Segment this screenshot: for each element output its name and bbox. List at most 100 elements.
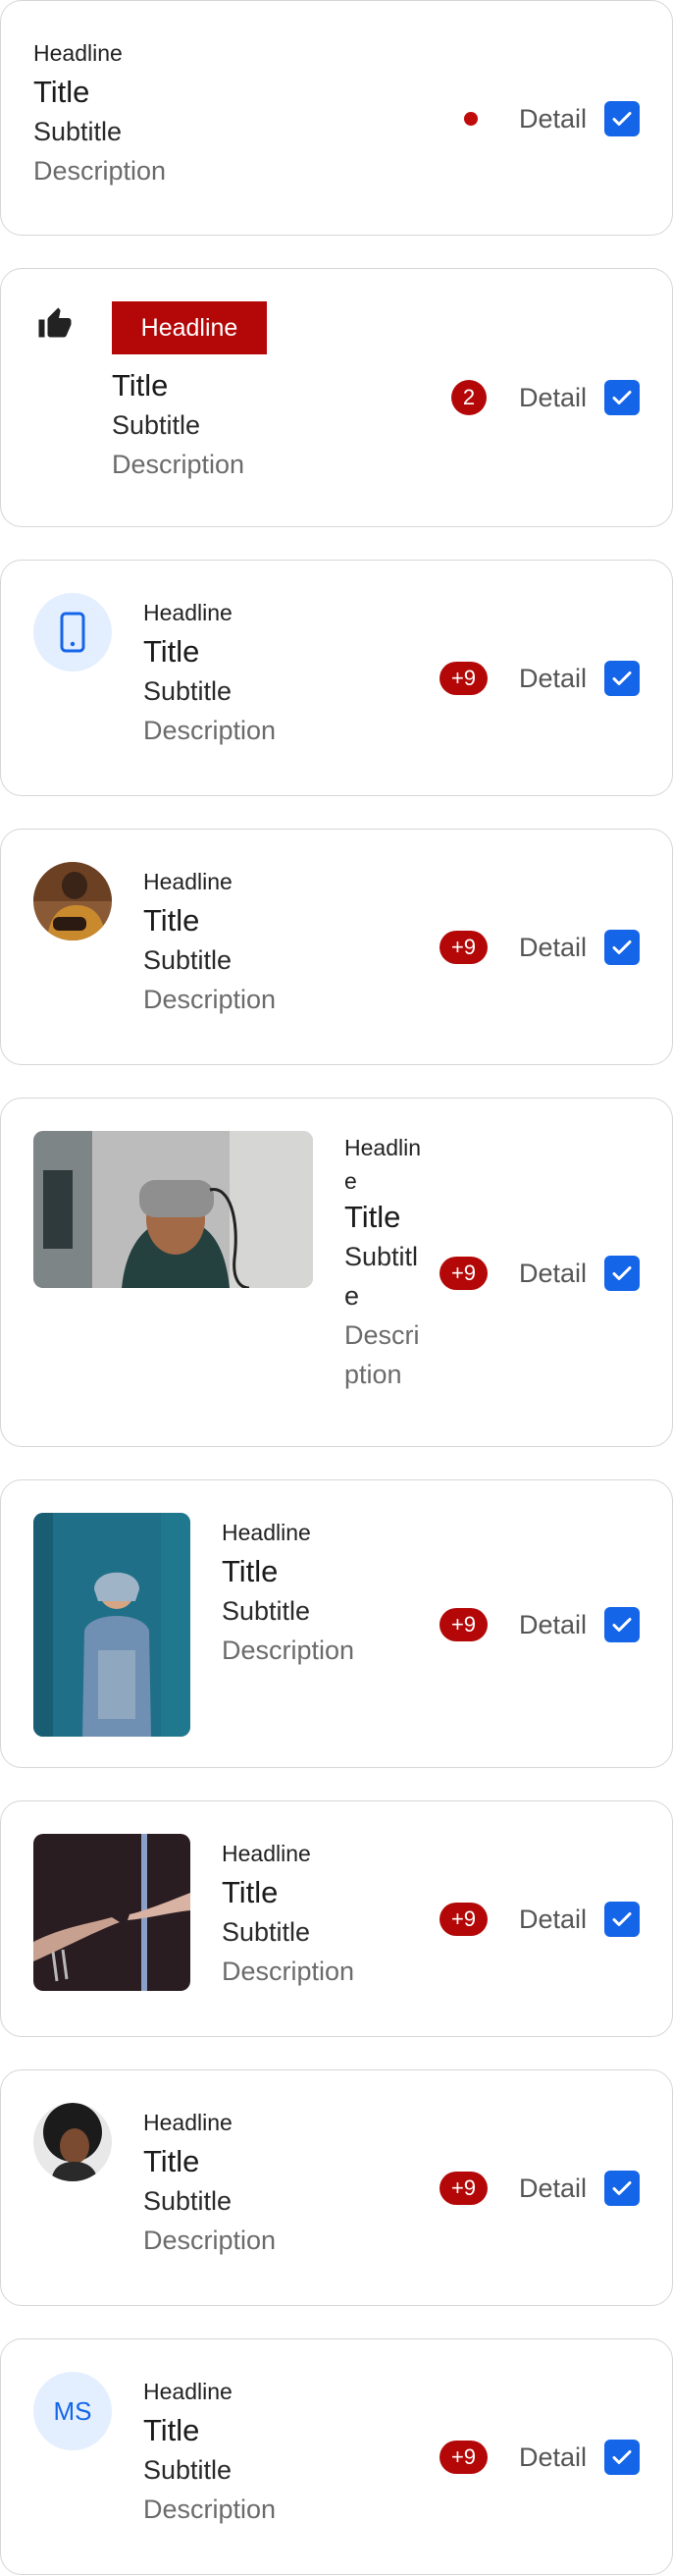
card-text: Title Subtitle Description bbox=[112, 366, 244, 484]
check-icon bbox=[612, 2450, 632, 2464]
description: Description bbox=[222, 1957, 355, 1986]
check-icon bbox=[612, 391, 632, 404]
checkbox[interactable] bbox=[604, 2171, 640, 2206]
list-card-6[interactable]: Headline Title Subtitle Description +9 D… bbox=[0, 1479, 673, 1768]
count-badge: +9 bbox=[440, 2441, 488, 2474]
count-badge: +9 bbox=[440, 662, 488, 695]
list-card-8[interactable]: Headline Title Subtitle Description +9 D… bbox=[0, 2069, 673, 2306]
status-dot bbox=[464, 112, 478, 126]
list-card-2[interactable]: Headline Title Subtitle Description 2 De… bbox=[0, 268, 673, 527]
card-text: Headline Title Subtitle Description bbox=[143, 2372, 276, 2529]
detail-label: Detail bbox=[519, 383, 588, 412]
media-image bbox=[33, 1834, 190, 1991]
headline: Headline bbox=[143, 2379, 233, 2404]
icon-container bbox=[33, 593, 112, 671]
detail-label: Detail bbox=[519, 1259, 588, 1288]
count-badge: +9 bbox=[440, 1608, 488, 1641]
description: Description bbox=[143, 2226, 277, 2255]
check-icon bbox=[612, 112, 632, 126]
description: Description bbox=[143, 985, 277, 1014]
card-text: Headline Title Subtitle Description bbox=[222, 1834, 354, 1991]
count-badge: +9 bbox=[440, 1903, 488, 1936]
title: Title bbox=[344, 1200, 401, 1234]
checkbox[interactable] bbox=[604, 1902, 640, 1937]
headline: Headline bbox=[222, 1841, 311, 1866]
detail-label: Detail bbox=[519, 1610, 588, 1639]
badge-value: +9 bbox=[450, 2175, 477, 2200]
headline: Headline bbox=[140, 313, 238, 342]
description: Description bbox=[143, 716, 277, 745]
media-image bbox=[33, 1131, 313, 1288]
count-badge: 2 bbox=[451, 380, 487, 415]
list-card-1[interactable]: Headline Title Subtitle Description Deta… bbox=[0, 0, 673, 236]
check-icon bbox=[612, 671, 632, 685]
checkbox[interactable] bbox=[604, 1256, 640, 1291]
check-icon bbox=[612, 1912, 632, 1926]
headline: Headline bbox=[143, 869, 233, 894]
badge-value: +9 bbox=[450, 666, 477, 690]
description: Description bbox=[33, 156, 167, 186]
subtitle: Subtitle bbox=[222, 1596, 311, 1626]
check-icon bbox=[612, 940, 632, 954]
card-text: Headline Title Subtitle Description bbox=[344, 1131, 423, 1394]
thumbs-up-icon bbox=[36, 306, 74, 347]
list-card-7[interactable]: Headline Title Subtitle Description +9 D… bbox=[0, 1800, 673, 2037]
checkbox[interactable] bbox=[604, 380, 640, 415]
checkbox[interactable] bbox=[604, 101, 640, 136]
description: Description bbox=[143, 2495, 277, 2524]
media-image bbox=[33, 1513, 190, 1737]
list-card-3[interactable]: Headline Title Subtitle Description +9 D… bbox=[0, 560, 673, 796]
headline: Headline bbox=[222, 1520, 311, 1545]
title: Title bbox=[143, 2144, 200, 2178]
detail-label: Detail bbox=[519, 664, 588, 693]
subtitle: Subtitle bbox=[143, 676, 233, 706]
detail-label: Detail bbox=[519, 2174, 588, 2203]
headline: Headline bbox=[143, 600, 233, 625]
badge-value: +9 bbox=[450, 1261, 477, 1285]
subtitle: Subtitle bbox=[143, 945, 233, 975]
card-text: Headline Title Subtitle Description bbox=[143, 862, 276, 1019]
subtitle: Subtitle bbox=[222, 1917, 311, 1947]
badge-value: 2 bbox=[462, 385, 476, 409]
headline: Headline bbox=[143, 2110, 233, 2135]
checkbox[interactable] bbox=[604, 661, 640, 696]
detail-label: Detail bbox=[519, 104, 588, 134]
card-text: Headline Title Subtitle Description bbox=[33, 33, 166, 190]
headline: Headline bbox=[344, 1135, 421, 1194]
title: Title bbox=[143, 2413, 200, 2447]
subtitle: Subtitle bbox=[112, 410, 201, 440]
badge-value: +9 bbox=[450, 1612, 477, 1637]
title: Title bbox=[222, 1554, 279, 1588]
check-icon bbox=[612, 1266, 632, 1280]
title: Title bbox=[33, 75, 90, 109]
list-card-4[interactable]: Headline Title Subtitle Description +9 D… bbox=[0, 829, 673, 1065]
detail-label: Detail bbox=[519, 1905, 588, 1934]
checkbox[interactable] bbox=[604, 1607, 640, 1642]
badge-value: +9 bbox=[450, 1906, 477, 1931]
initials-avatar: MS bbox=[33, 2372, 112, 2450]
list-card-5[interactable]: Headline Title Subtitle Description +9 D… bbox=[0, 1098, 673, 1447]
list-card-9[interactable]: MS Headline Title Subtitle Description +… bbox=[0, 2338, 673, 2575]
card-text: Headline Title Subtitle Description bbox=[143, 2103, 276, 2260]
title: Title bbox=[222, 1875, 279, 1909]
count-badge: +9 bbox=[440, 1257, 488, 1290]
mobile-phone-icon bbox=[60, 612, 85, 653]
count-badge: +9 bbox=[440, 2172, 488, 2205]
check-icon bbox=[612, 1618, 632, 1632]
title: Title bbox=[143, 903, 200, 938]
subtitle: Subtitle bbox=[344, 1242, 419, 1311]
description: Description bbox=[344, 1320, 420, 1389]
detail-label: Detail bbox=[519, 933, 588, 962]
checkbox[interactable] bbox=[604, 930, 640, 965]
subtitle: Subtitle bbox=[143, 2455, 233, 2485]
card-text: Headline Title Subtitle Description bbox=[143, 593, 276, 750]
subtitle: Subtitle bbox=[143, 2186, 233, 2216]
count-badge: +9 bbox=[440, 931, 488, 964]
title: Title bbox=[143, 634, 200, 669]
subtitle: Subtitle bbox=[33, 117, 123, 146]
avatar-initials: MS bbox=[53, 2395, 92, 2426]
checkbox[interactable] bbox=[604, 2440, 640, 2475]
detail-label: Detail bbox=[519, 2442, 588, 2472]
badge-value: +9 bbox=[450, 935, 477, 959]
avatar bbox=[33, 2103, 112, 2181]
